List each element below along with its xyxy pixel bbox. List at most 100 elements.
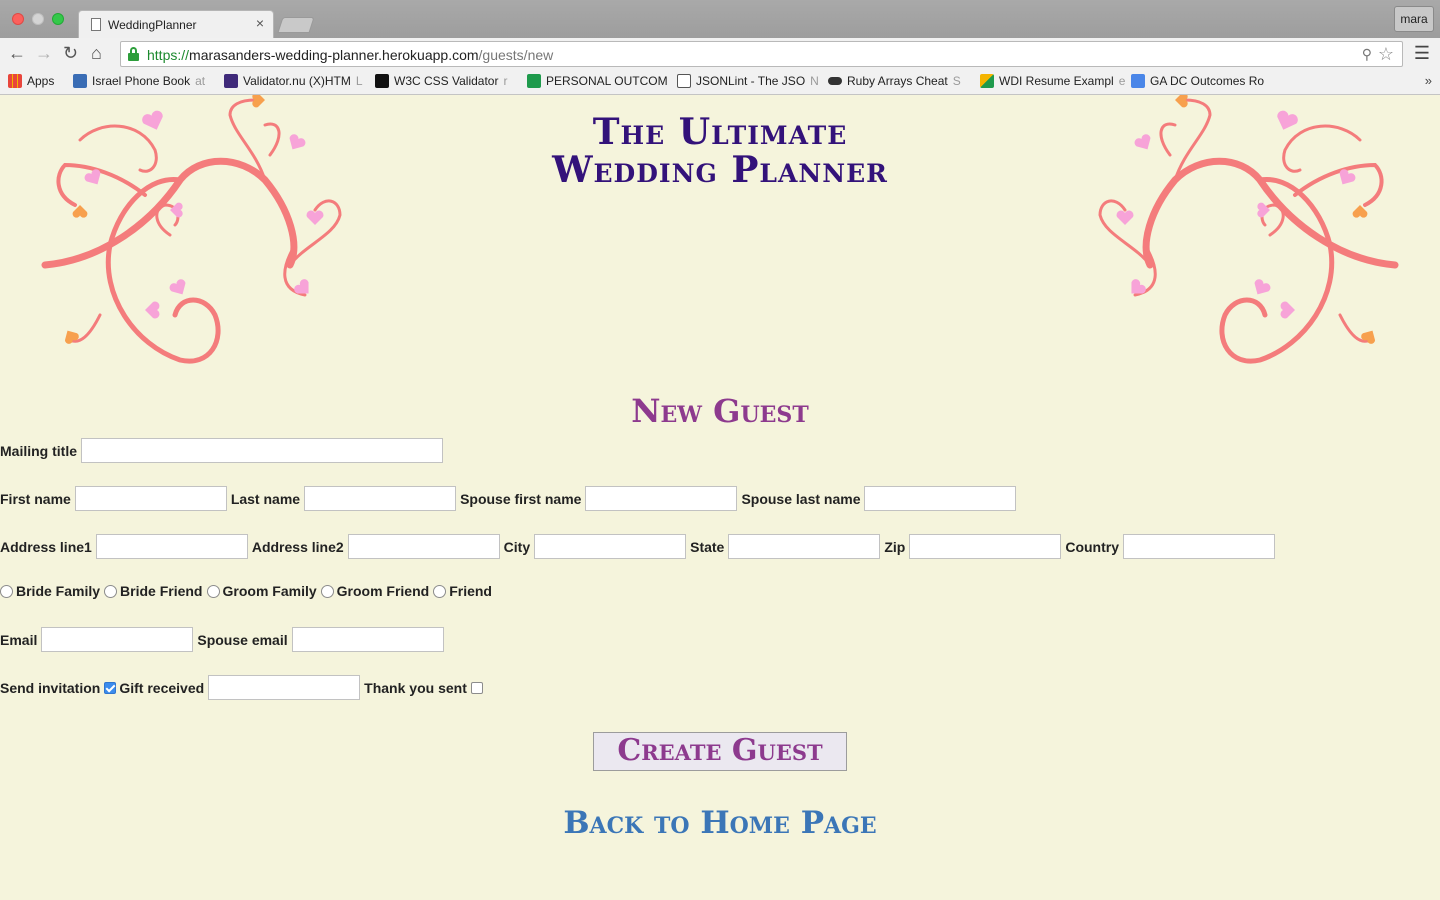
site-title: The Ultimate Wedding Planner (420, 113, 1020, 189)
spouse-last-name-label: Spouse last name (741, 490, 861, 507)
bookmark-personal-outcomes[interactable]: PERSONAL OUTCOM (527, 74, 668, 88)
url-path: /guests/new (478, 47, 554, 63)
bookmark-wdi-resume[interactable]: WDI Resume Exampl e (980, 74, 1125, 88)
address-line1-input[interactable] (95, 534, 248, 559)
forward-arrow-icon[interactable]: → (35, 43, 53, 63)
zip-input[interactable] (909, 534, 1062, 559)
email-label: Email (0, 631, 38, 648)
glasses-icon (828, 77, 842, 85)
bookmark-ga-dc-outcomes[interactable]: GA DC Outcomes Ro (1131, 74, 1264, 88)
drive-icon (980, 74, 994, 88)
bookmark-validator-nu[interactable]: Validator.nu (X)HTM L (224, 74, 363, 88)
bookmark-israel-phone-book[interactable]: Israel Phone Book at (73, 74, 205, 88)
minimize-window-button[interactable] (32, 13, 44, 25)
url-scheme: https:// (147, 47, 190, 63)
title-bar: WeddingPlanner × mara (0, 0, 1440, 38)
close-window-button[interactable] (12, 13, 24, 25)
menu-icon[interactable]: ☰ (1414, 43, 1430, 64)
site-title-line1: The Ultimate (592, 111, 848, 153)
w3c-icon (375, 74, 389, 88)
last-name-label: Last name (230, 490, 301, 507)
form-row-address: Address line1 Address line2 City State Z… (0, 534, 1279, 559)
groom-friend-label: Groom Friend (336, 583, 430, 599)
country-input[interactable] (1123, 534, 1276, 559)
form-row-relation: Bride Family Bride Friend Groom Family G… (0, 583, 496, 599)
groom-friend-radio[interactable] (320, 584, 334, 598)
bookmark-ruby-arrays[interactable]: Ruby Arrays Cheat S (828, 74, 961, 88)
home-icon[interactable]: ⌂ (91, 43, 102, 63)
site-title-line2: Wedding Planner (552, 149, 888, 191)
gift-received-label: Gift received (119, 679, 205, 696)
hearts (1116, 95, 1376, 344)
bookmark-jsonlint[interactable]: JSONLint - The JSO N (677, 74, 819, 88)
city-input[interactable] (534, 534, 687, 559)
address-bar[interactable]: https://marasanders-wedding-planner.hero… (120, 41, 1403, 67)
bookmarks-bar: Apps Israel Phone Book at Validator.nu (… (0, 70, 1440, 94)
address-line1-label: Address line1 (0, 538, 92, 555)
page-content: The Ultimate Wedding Planner New Guest M… (0, 95, 1440, 900)
form-row-tracking: Send invitation Gift received Thank you … (0, 675, 486, 700)
groom-family-label: Groom Family (222, 583, 317, 599)
browser-toolbar: ← → ↻ ⌂ https://marasanders-wedding-plan… (0, 38, 1440, 70)
form-row-mailing-title: Mailing title (0, 438, 447, 463)
friend-label: Friend (449, 583, 492, 599)
url-text[interactable]: https://marasanders-wedding-planner.hero… (147, 47, 553, 63)
groom-family-radio[interactable] (206, 584, 220, 598)
city-label: City (503, 538, 531, 555)
back-to-home-link[interactable]: Back to Home Page (470, 805, 970, 841)
bookmark-w3c-css-validator[interactable]: W3C CSS Validator r (375, 74, 507, 88)
address-line2-input[interactable] (347, 534, 500, 559)
spouse-first-name-label: Spouse first name (460, 490, 582, 507)
key-icon[interactable]: ⚲ (1362, 46, 1372, 63)
tab-close-icon[interactable]: × (256, 15, 264, 31)
lock-icon (128, 47, 139, 61)
form-row-names: First name Last name Spouse first name S… (0, 486, 1020, 511)
bookmark-apps[interactable]: Apps (8, 74, 54, 88)
flag-icon (73, 74, 87, 88)
browser-chrome: WeddingPlanner × mara ← → ↻ ⌂ https://ma… (0, 0, 1440, 95)
zoom-window-button[interactable] (52, 13, 64, 25)
tab-title: WeddingPlanner (108, 18, 197, 32)
reload-icon[interactable]: ↻ (63, 43, 78, 63)
email-input[interactable] (41, 627, 194, 652)
spouse-first-name-input[interactable] (585, 486, 738, 511)
apps-grid-icon (8, 74, 22, 88)
state-input[interactable] (728, 534, 881, 559)
create-guest-button[interactable]: Create Guest (593, 732, 847, 771)
bride-family-label: Bride Family (16, 583, 101, 599)
address-line2-label: Address line2 (251, 538, 344, 555)
bride-family-radio[interactable] (0, 584, 13, 598)
spouse-email-label: Spouse email (197, 631, 288, 648)
form-row-email: Email Spouse email (0, 627, 448, 652)
hearts (64, 95, 324, 344)
validator-icon (224, 74, 238, 88)
swirl-heart-ornament-right (1098, 95, 1399, 364)
send-invitation-checkbox[interactable] (104, 681, 117, 694)
sheets-icon (527, 74, 541, 88)
country-label: Country (1065, 538, 1120, 555)
thank-you-sent-label: Thank you sent (364, 679, 467, 696)
braces-icon (677, 74, 691, 88)
back-arrow-icon[interactable]: ← (8, 43, 26, 63)
first-name-input[interactable] (74, 486, 227, 511)
bookmark-star-icon[interactable]: ☆ (1378, 44, 1394, 65)
docs-icon (1131, 74, 1145, 88)
friend-radio[interactable] (433, 584, 447, 598)
thank-you-sent-checkbox[interactable] (470, 681, 483, 694)
send-invitation-label: Send invitation (0, 679, 101, 696)
spouse-last-name-input[interactable] (864, 486, 1017, 511)
new-tab-button[interactable] (277, 17, 315, 33)
mailing-title-label: Mailing title (0, 442, 77, 459)
profile-button[interactable]: mara (1394, 6, 1434, 32)
first-name-label: First name (0, 490, 71, 507)
spouse-email-input[interactable] (291, 627, 444, 652)
last-name-input[interactable] (304, 486, 457, 511)
more-bookmarks-icon[interactable]: » (1425, 73, 1432, 88)
browser-tab[interactable]: WeddingPlanner × (78, 10, 274, 38)
page-heading: New Guest (631, 392, 809, 430)
swirl-heart-ornament-left (41, 95, 342, 364)
state-label: State (690, 538, 725, 555)
gift-received-input[interactable] (208, 675, 361, 700)
bride-friend-radio[interactable] (104, 584, 118, 598)
mailing-title-input[interactable] (81, 438, 443, 463)
